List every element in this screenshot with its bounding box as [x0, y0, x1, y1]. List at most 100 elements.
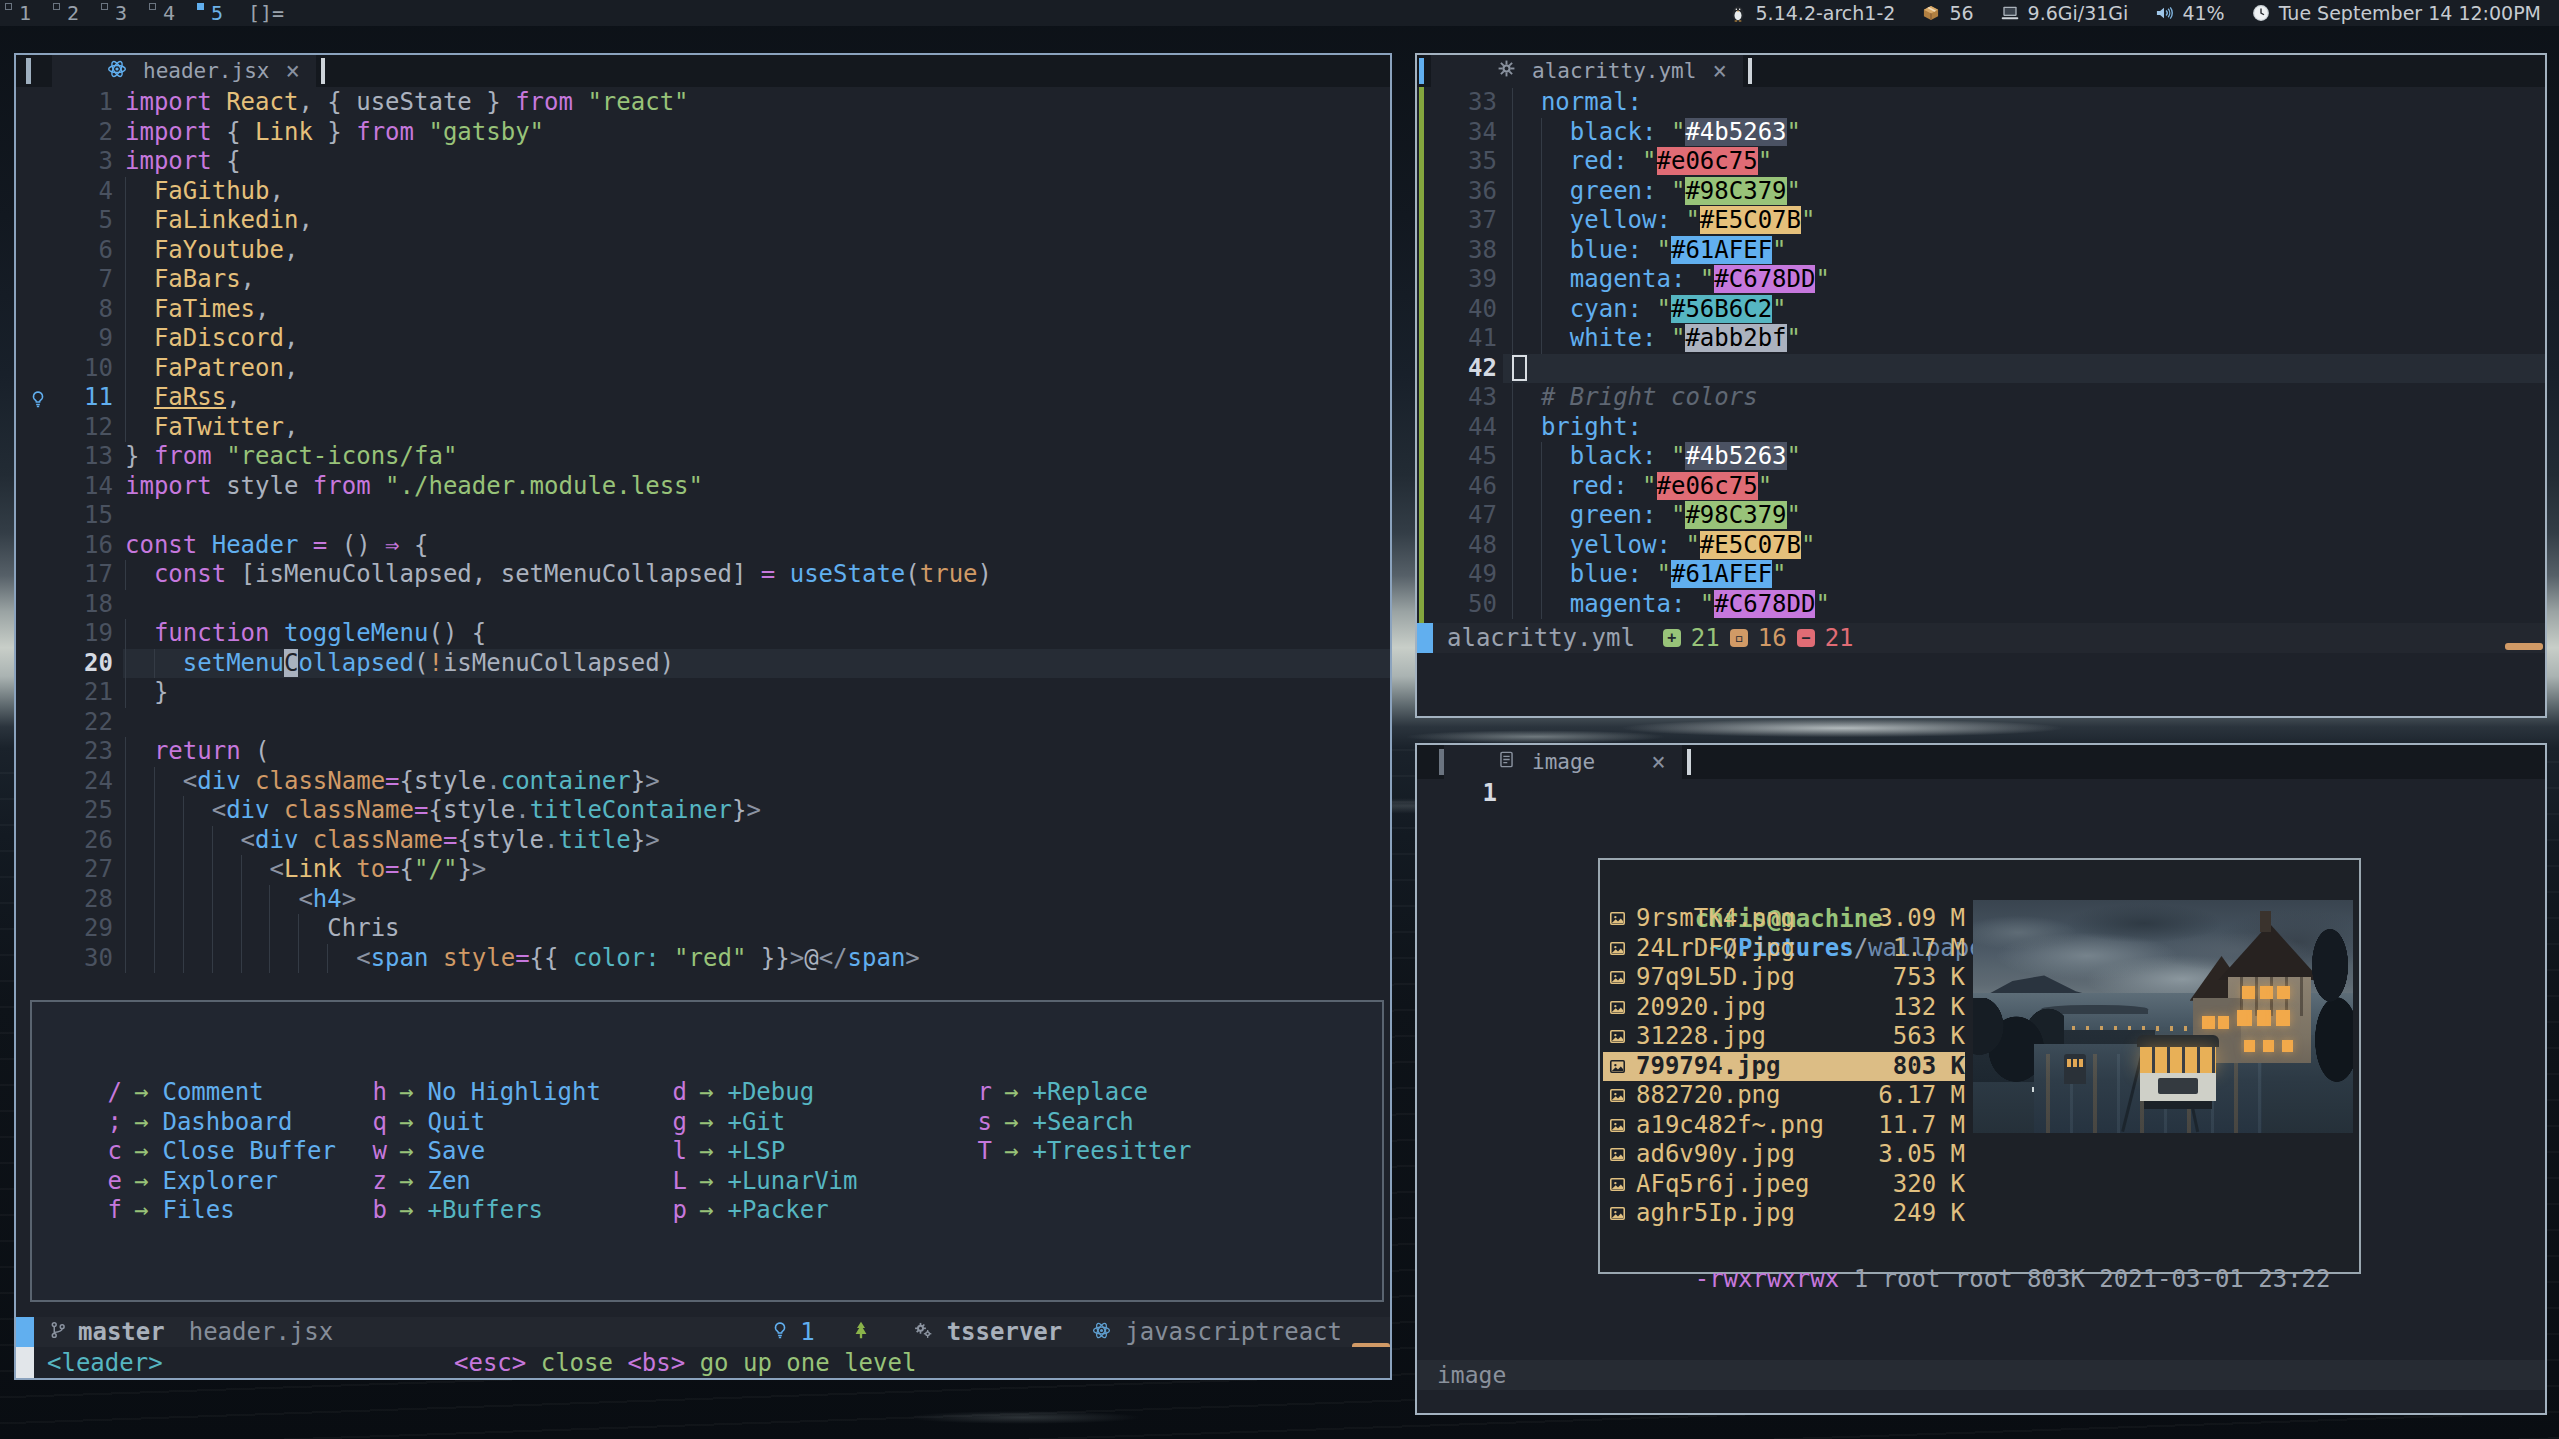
whichkey-binding-e[interactable]: e→Explorer: [106, 1167, 336, 1197]
code-line-36[interactable]: 36 green: "#98C379": [1417, 177, 2545, 207]
code-line-7[interactable]: 7 FaBars,: [16, 265, 1390, 295]
code-line-2[interactable]: 2import { Link } from "gatsby": [16, 118, 1390, 148]
workspace-2[interactable]: 2: [48, 0, 96, 26]
whichkey-binding-z[interactable]: z→Zen: [371, 1167, 601, 1197]
file-row-a19c482f~.png[interactable]: a19c482f~.png11.7 M: [1603, 1111, 1965, 1141]
arrow-icon: →: [687, 1078, 727, 1108]
whichkey-binding-b[interactable]: b→+Buffers: [371, 1196, 601, 1226]
file-row-31228.jpg[interactable]: 31228.jpg 563 K: [1603, 1022, 1965, 1052]
whichkey-binding-s[interactable]: s→+Search: [976, 1108, 1191, 1138]
tab-alacritty-yml[interactable]: alacritty.yml ×: [1431, 55, 1743, 87]
code-line-22[interactable]: 22: [16, 708, 1390, 738]
git-changed-icon: ▫: [1730, 629, 1748, 647]
code-line-43[interactable]: 43 # Bright colors: [1417, 383, 2545, 413]
code-line-5[interactable]: 5 FaLinkedin,: [16, 206, 1390, 236]
file-row-ad6v90y.jpg[interactable]: ad6v90y.jpg3.05 M: [1603, 1140, 1965, 1170]
file-row-97q9L5D.jpg[interactable]: 97q9L5D.jpg 753 K: [1603, 963, 1965, 993]
code-line-3[interactable]: 3import {: [16, 147, 1390, 177]
code-line-9[interactable]: 9 FaDiscord,: [16, 324, 1390, 354]
code-line-37[interactable]: 37 yellow: "#E5C07B": [1417, 206, 2545, 236]
code-line-27[interactable]: 27 <Link to={"/"}>: [16, 855, 1390, 885]
code-line-16[interactable]: 16const Header = () ⇒ {: [16, 531, 1390, 561]
code-line-38[interactable]: 38 blue: "#61AFEF": [1417, 236, 2545, 266]
whichkey-binding-l[interactable]: l→+LSP: [671, 1137, 858, 1167]
file-row-aghr5Ip.jpg[interactable]: aghr5Ip.jpg 249 K: [1603, 1199, 1965, 1229]
whichkey-binding-L[interactable]: L→+LunarVim: [671, 1167, 858, 1197]
code-line-33[interactable]: 33 normal:: [1417, 88, 2545, 118]
file-row-799794.jpg[interactable]: 799794.jpg 803 K: [1603, 1052, 1965, 1082]
workspace-3[interactable]: 3: [96, 0, 144, 26]
code-line-34[interactable]: 34 black: "#4b5263": [1417, 118, 2545, 148]
code-line-47[interactable]: 47 green: "#98C379": [1417, 501, 2545, 531]
file-row-9rsmTK4.png[interactable]: 9rsmTK4.png3.09 M: [1603, 904, 1965, 934]
code-line-26[interactable]: 26 <div className={style.title}>: [16, 826, 1390, 856]
whichkey-binding-/[interactable]: /→Comment: [106, 1078, 336, 1108]
code-line-48[interactable]: 48 yellow: "#E5C07B": [1417, 531, 2545, 561]
code-line-50[interactable]: 50 magenta: "#C678DD": [1417, 590, 2545, 620]
workspace-switcher: 12345: [0, 0, 240, 26]
whichkey-binding-p[interactable]: p→+Packer: [671, 1196, 858, 1226]
code-line-6[interactable]: 6 FaYoutube,: [16, 236, 1390, 266]
code-line-1[interactable]: 1import React, { useState } from "react": [16, 88, 1390, 118]
code-line-25[interactable]: 25 <div className={style.titleContainer}…: [16, 796, 1390, 826]
document-icon: [1497, 750, 1516, 774]
whichkey-binding-d[interactable]: d→+Debug: [671, 1078, 858, 1108]
code-line-8[interactable]: 8 FaTimes,: [16, 295, 1390, 325]
key: c: [106, 1137, 122, 1167]
code-line-49[interactable]: 49 blue: "#61AFEF": [1417, 560, 2545, 590]
git-branch-icon: [48, 1318, 68, 1346]
code-line-11[interactable]: 11 FaRss,: [16, 383, 1390, 413]
code-line-42[interactable]: 42: [1417, 354, 2545, 384]
scrollbar-thumb[interactable]: [2505, 643, 2543, 650]
code-line-19[interactable]: 19 function toggleMenu() {: [16, 619, 1390, 649]
code-line-17[interactable]: 17 const [isMenuCollapsed, setMenuCollap…: [16, 560, 1390, 590]
code-line-45[interactable]: 45 black: "#4b5263": [1417, 442, 2545, 472]
status-penguin: 5.14.2-arch1-2: [1728, 2, 1896, 24]
code-line-20[interactable]: 20 setMenuCollapsed(!isMenuCollapsed): [16, 649, 1390, 679]
tab-indicator: [1419, 58, 1424, 84]
workspace-1[interactable]: 1: [0, 0, 48, 26]
close-icon[interactable]: ×: [285, 57, 299, 85]
file-row-AFq5r6j.jpeg[interactable]: AFq5r6j.jpeg 320 K: [1603, 1170, 1965, 1200]
code-line-24[interactable]: 24 <div className={style.container}>: [16, 767, 1390, 797]
code-line-23[interactable]: 23 return (: [16, 737, 1390, 767]
tab-header-jsx[interactable]: header.jsx ×: [52, 55, 316, 87]
code-line-30[interactable]: 30 <span style={{ color: "red" }}>@</spa…: [16, 944, 1390, 974]
code-line-44[interactable]: 44 bright:: [1417, 413, 2545, 443]
whichkey-binding-q[interactable]: q→Quit: [371, 1108, 601, 1138]
workspace-4[interactable]: 4: [144, 0, 192, 26]
code-line-39[interactable]: 39 magenta: "#C678DD": [1417, 265, 2545, 295]
code-line-40[interactable]: 40 cyan: "#56B6C2": [1417, 295, 2545, 325]
workspace-5[interactable]: 5: [192, 0, 240, 26]
close-icon[interactable]: ×: [1712, 57, 1726, 85]
whichkey-binding-g[interactable]: g→+Git: [671, 1108, 858, 1138]
whichkey-binding-f[interactable]: f→Files: [106, 1196, 336, 1226]
code-line-29[interactable]: 29 Chris: [16, 914, 1390, 944]
whichkey-binding-r[interactable]: r→+Replace: [976, 1078, 1191, 1108]
code-line-41[interactable]: 41 white: "#abb2bf": [1417, 324, 2545, 354]
file-row-882720.png[interactable]: 882720.png6.17 M: [1603, 1081, 1965, 1111]
code-line-14[interactable]: 14import style from "./header.module.les…: [16, 472, 1390, 502]
code-line-18[interactable]: 18: [16, 590, 1390, 620]
close-icon[interactable]: ×: [1651, 748, 1665, 776]
whichkey-binding-;[interactable]: ;→Dashboard: [106, 1108, 336, 1138]
code-line-21[interactable]: 21 }: [16, 678, 1390, 708]
code-line-28[interactable]: 28 <h4>: [16, 885, 1390, 915]
file-row-20920.jpg[interactable]: 20920.jpg 132 K: [1603, 993, 1965, 1023]
file-row-24LrDFQ.jpg[interactable]: 24LrDFQ.jpg 1.7 M: [1603, 934, 1965, 964]
tab-image[interactable]: image ×: [1444, 745, 1682, 779]
whichkey-binding-T[interactable]: T→+Treesitter: [976, 1137, 1191, 1167]
code-line-10[interactable]: 10 FaPatreon,: [16, 354, 1390, 384]
code-line-46[interactable]: 46 red: "#e06c75": [1417, 472, 2545, 502]
code-line-13[interactable]: 13} from "react-icons/fa": [16, 442, 1390, 472]
whichkey-binding-c[interactable]: c→Close Buffer: [106, 1137, 336, 1167]
code-line[interactable]: 1: [1417, 779, 2545, 809]
code-line-35[interactable]: 35 red: "#e06c75": [1417, 147, 2545, 177]
binding-label: Files: [162, 1196, 234, 1226]
code-line-4[interactable]: 4 FaGithub,: [16, 177, 1390, 207]
whichkey-binding-w[interactable]: w→Save: [371, 1137, 601, 1167]
whichkey-binding-h[interactable]: h→No Highlight: [371, 1078, 601, 1108]
binding-label: +Buffers: [427, 1196, 543, 1226]
code-line-15[interactable]: 15: [16, 501, 1390, 531]
code-line-12[interactable]: 12 FaTwitter,: [16, 413, 1390, 443]
